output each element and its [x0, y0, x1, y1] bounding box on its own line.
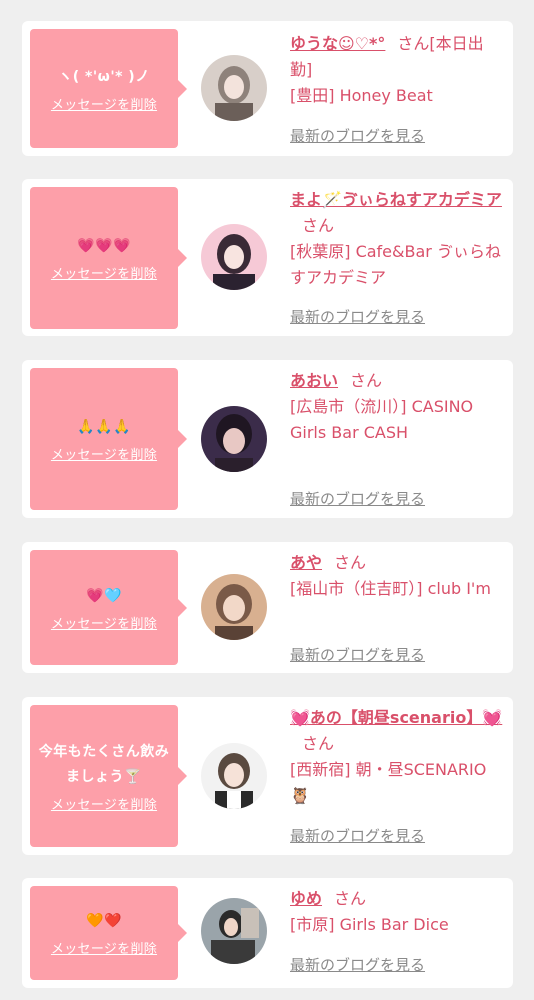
cast-info: ゆうな☺♡*° さん[本日出勤] [豊田] Honey Beat [290, 31, 504, 109]
cast-name-link[interactable]: ゆめ [290, 889, 322, 908]
delete-message-link[interactable]: メッセージを削除 [51, 444, 157, 463]
cast-name-link[interactable]: あおい [290, 371, 338, 390]
cast-info: 💓あの【朝昼scenario】💓 さん [西新宿] 朝・昼SCENARIO🦉 [290, 705, 504, 809]
blog-link[interactable]: 最新のブログを見る [290, 954, 425, 975]
avatar[interactable] [201, 574, 267, 640]
message-bubble: 🙏🙏🙏 メッセージを削除 [30, 368, 187, 510]
cast-name-link[interactable]: まよ🪄ゔぃらねすアカデミア [290, 190, 502, 209]
favorites-list: ヽ( *'ω'* )ノ メッセージを削除 ゆうな☺♡*° さん[本日出勤] [豊田… [0, 0, 534, 1000]
honorific: さん [302, 216, 335, 235]
avatar[interactable] [201, 406, 267, 472]
message-bubble: 💗💗💗 メッセージを削除 [30, 187, 187, 329]
cast-name-link[interactable]: 💓あの【朝昼scenario】💓 [290, 708, 502, 727]
cast-name-link[interactable]: ゆうな☺♡*° [290, 34, 385, 53]
avatar[interactable] [201, 743, 267, 809]
delete-message-link[interactable]: メッセージを削除 [51, 938, 157, 957]
shop-name: [豊田] Honey Beat [290, 86, 433, 105]
message-text: 🙏🙏🙏 [77, 419, 131, 435]
shop-name: [広島市（流川）] CASINO Girls Bar CASH [290, 397, 474, 442]
message-text: 🧡❤️ [86, 913, 122, 929]
avatar[interactable] [201, 224, 267, 290]
message-text: 💗💗💗 [77, 238, 131, 254]
shop-name: [秋葉原] Cafe&Bar ゔぃらねすアカデミア [290, 242, 501, 287]
blog-link[interactable]: 最新のブログを見る [290, 825, 425, 846]
cast-card: 🧡❤️ メッセージを削除 ゆめ さん [市原] Girls Bar Dice 最新… [22, 878, 513, 988]
delete-message-link[interactable]: メッセージを削除 [51, 263, 157, 282]
delete-message-link[interactable]: メッセージを削除 [51, 94, 157, 113]
honorific: さん [334, 889, 367, 908]
message-text: 今年もたくさん飲みましょう🍸 [38, 743, 170, 785]
avatar[interactable] [201, 898, 267, 964]
message-bubble: 💗🩵 メッセージを削除 [30, 550, 187, 665]
honorific: さん [334, 553, 367, 572]
cast-card: 今年もたくさん飲みましょう🍸 メッセージを削除 💓あの【朝昼scenario】💓… [22, 697, 513, 855]
message-bubble: ヽ( *'ω'* )ノ メッセージを削除 [30, 29, 187, 148]
cast-info: ゆめ さん [市原] Girls Bar Dice [290, 886, 504, 938]
cast-info: まよ🪄ゔぃらねすアカデミアさん [秋葉原] Cafe&Bar ゔぃらねすアカデミ… [290, 187, 504, 291]
cast-card: 💗💗💗 メッセージを削除 まよ🪄ゔぃらねすアカデミアさん [秋葉原] Cafe&… [22, 179, 513, 336]
cast-info: あや さん [福山市（住吉町）] club I'm [290, 550, 504, 602]
shop-name: [市原] Girls Bar Dice [290, 915, 449, 934]
honorific: さん [302, 734, 335, 753]
blog-link[interactable]: 最新のブログを見る [290, 488, 425, 509]
honorific: さん [350, 371, 383, 390]
cast-card: 🙏🙏🙏 メッセージを削除 あおい さん [広島市（流川）] CASINO Girl… [22, 360, 513, 518]
message-text: 💗🩵 [86, 587, 122, 604]
cast-card: 💗🩵 メッセージを削除 あや さん [福山市（住吉町）] club I'm 最新の… [22, 542, 513, 673]
avatar[interactable] [201, 55, 267, 121]
blog-link[interactable]: 最新のブログを見る [290, 644, 425, 665]
cast-name-link[interactable]: あや [290, 553, 322, 572]
delete-message-link[interactable]: メッセージを削除 [51, 794, 157, 813]
shop-name: [福山市（住吉町）] club I'm [290, 579, 491, 598]
blog-link[interactable]: 最新のブログを見る [290, 125, 425, 146]
delete-message-link[interactable]: メッセージを削除 [51, 613, 157, 632]
shop-name: [西新宿] 朝・昼SCENARIO🦉 [290, 760, 487, 805]
blog-link[interactable]: 最新のブログを見る [290, 306, 425, 327]
cast-card: ヽ( *'ω'* )ノ メッセージを削除 ゆうな☺♡*° さん[本日出勤] [豊田… [22, 21, 513, 156]
message-text: ヽ( *'ω'* )ノ [58, 68, 150, 85]
cast-info: あおい さん [広島市（流川）] CASINO Girls Bar CASH [290, 368, 504, 446]
message-bubble: 🧡❤️ メッセージを削除 [30, 886, 187, 980]
message-bubble: 今年もたくさん飲みましょう🍸 メッセージを削除 [30, 705, 187, 847]
